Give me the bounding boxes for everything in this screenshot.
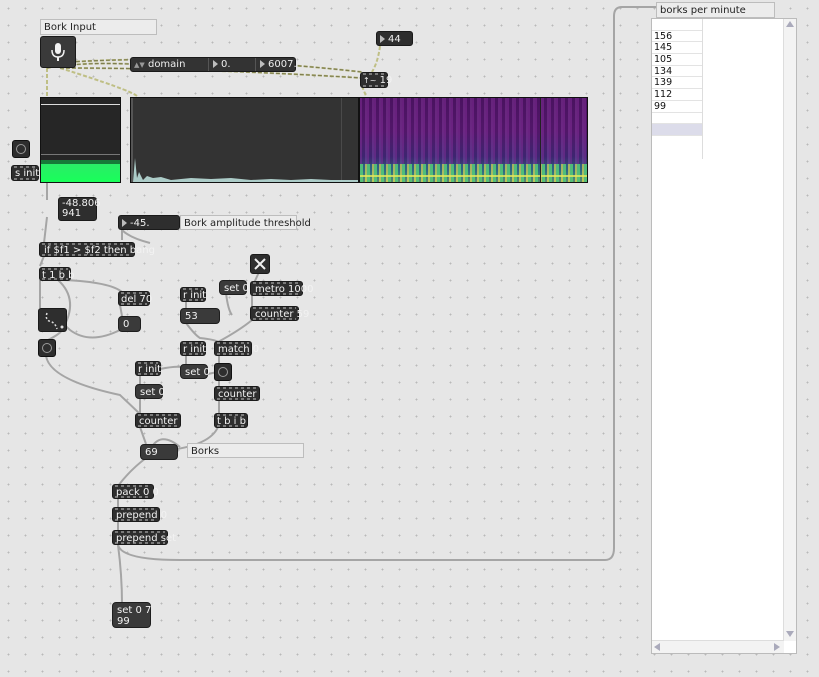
prepend-set-object[interactable]: prepend set	[112, 530, 176, 545]
scope-mode-menu[interactable]: ▲▼ domain	[131, 58, 209, 71]
init-button[interactable]	[12, 140, 30, 158]
vertical-scrollbar[interactable]	[783, 19, 796, 641]
level-readout: -48.806 941	[58, 197, 101, 221]
coll-row[interactable]: 134	[652, 66, 702, 78]
zero-message[interactable]: 0	[118, 316, 141, 332]
scope-min-number[interactable]: 0.	[210, 58, 256, 71]
counter-object-a[interactable]: counter	[135, 413, 181, 428]
output-message[interactable]: set 0 7 99	[112, 602, 151, 628]
borks-count-box[interactable]: 69	[140, 444, 178, 460]
set-zero-message-c[interactable]: set 0	[135, 384, 165, 399]
coll-row[interactable]: 99	[652, 101, 702, 113]
coll-row[interactable]	[652, 19, 702, 31]
scroll-up-icon[interactable]	[786, 21, 794, 27]
spectroscope-controls[interactable]: ▲▼ domain 0. 6007.	[130, 57, 297, 72]
level-freq-value: 941	[62, 208, 82, 219]
smoothing-object[interactable]: ↑~ 19	[360, 72, 392, 88]
coll-column: 156 145 105 134 139 112 99	[652, 19, 703, 159]
spectrum-scope	[130, 97, 359, 183]
prepend-zero-object[interactable]: prepend 0	[112, 507, 167, 522]
receive-init-object[interactable]: r init	[180, 287, 206, 302]
counter-59-object[interactable]: counter 59	[250, 306, 309, 321]
scroll-down-icon[interactable]	[786, 631, 794, 637]
spectrum-trace	[131, 158, 358, 182]
bork-input-comment: Bork Input	[40, 19, 157, 35]
counter-object-b[interactable]: counter	[214, 386, 260, 401]
horizontal-scrollbar[interactable]	[652, 640, 784, 653]
scroll-right-icon[interactable]	[774, 643, 780, 651]
coll-list-view[interactable]: 156 145 105 134 139 112 99	[651, 18, 797, 654]
coll-row[interactable]	[652, 113, 702, 125]
close-x-icon	[254, 258, 266, 270]
output-message-line1: set 0 7	[117, 605, 152, 616]
toggle[interactable]	[250, 254, 270, 274]
top-number-box[interactable]: 44	[376, 31, 413, 46]
coll-row[interactable]: 156	[652, 31, 702, 43]
set-zero-message-a[interactable]: set 0	[219, 280, 249, 295]
coll-row[interactable]: 105	[652, 54, 702, 66]
bang-button[interactable]	[38, 339, 56, 357]
scroll-left-icon[interactable]	[654, 643, 660, 651]
microphone-icon	[51, 43, 65, 61]
send-init-object[interactable]: s init	[11, 165, 39, 181]
threshold-comment: Bork amplitude threshold	[180, 215, 311, 230]
borks-comment: Borks	[187, 443, 304, 458]
coll-row[interactable]: 139	[652, 77, 702, 90]
adc-microphone[interactable]	[40, 36, 76, 68]
match-object[interactable]: match 0	[214, 341, 259, 356]
receive-init-object-b[interactable]: r init	[180, 341, 206, 356]
delay-object[interactable]: del 70	[118, 291, 152, 306]
set-zero-message-b[interactable]: set 0	[180, 364, 210, 379]
scope-max-number[interactable]: 6007.	[257, 58, 297, 71]
borks-per-minute-comment: borks per minute	[656, 2, 775, 18]
level-meter	[40, 97, 121, 183]
coll-row-selected[interactable]	[652, 124, 702, 136]
receive-init-object-c[interactable]: r init	[135, 361, 161, 376]
coll-row[interactable]: 112	[652, 89, 702, 101]
output-message-line2: 99	[117, 616, 130, 627]
metro-object[interactable]: metro 1000	[250, 281, 313, 296]
coll-row[interactable]: 145	[652, 42, 702, 55]
fifty-three-message[interactable]: 53	[180, 308, 220, 324]
gate-switch[interactable]	[38, 308, 67, 332]
threshold-number[interactable]: -45.	[118, 215, 180, 230]
trigger-object-b[interactable]: t b i b	[214, 413, 248, 428]
trigger-object[interactable]: t 1 b b	[39, 267, 75, 281]
sonogram	[359, 97, 588, 183]
bang-button-b[interactable]	[214, 363, 232, 381]
if-expression-object[interactable]: if $f1 > $f2 then bang	[39, 242, 155, 257]
pack-object[interactable]: pack 0 0	[112, 484, 159, 499]
